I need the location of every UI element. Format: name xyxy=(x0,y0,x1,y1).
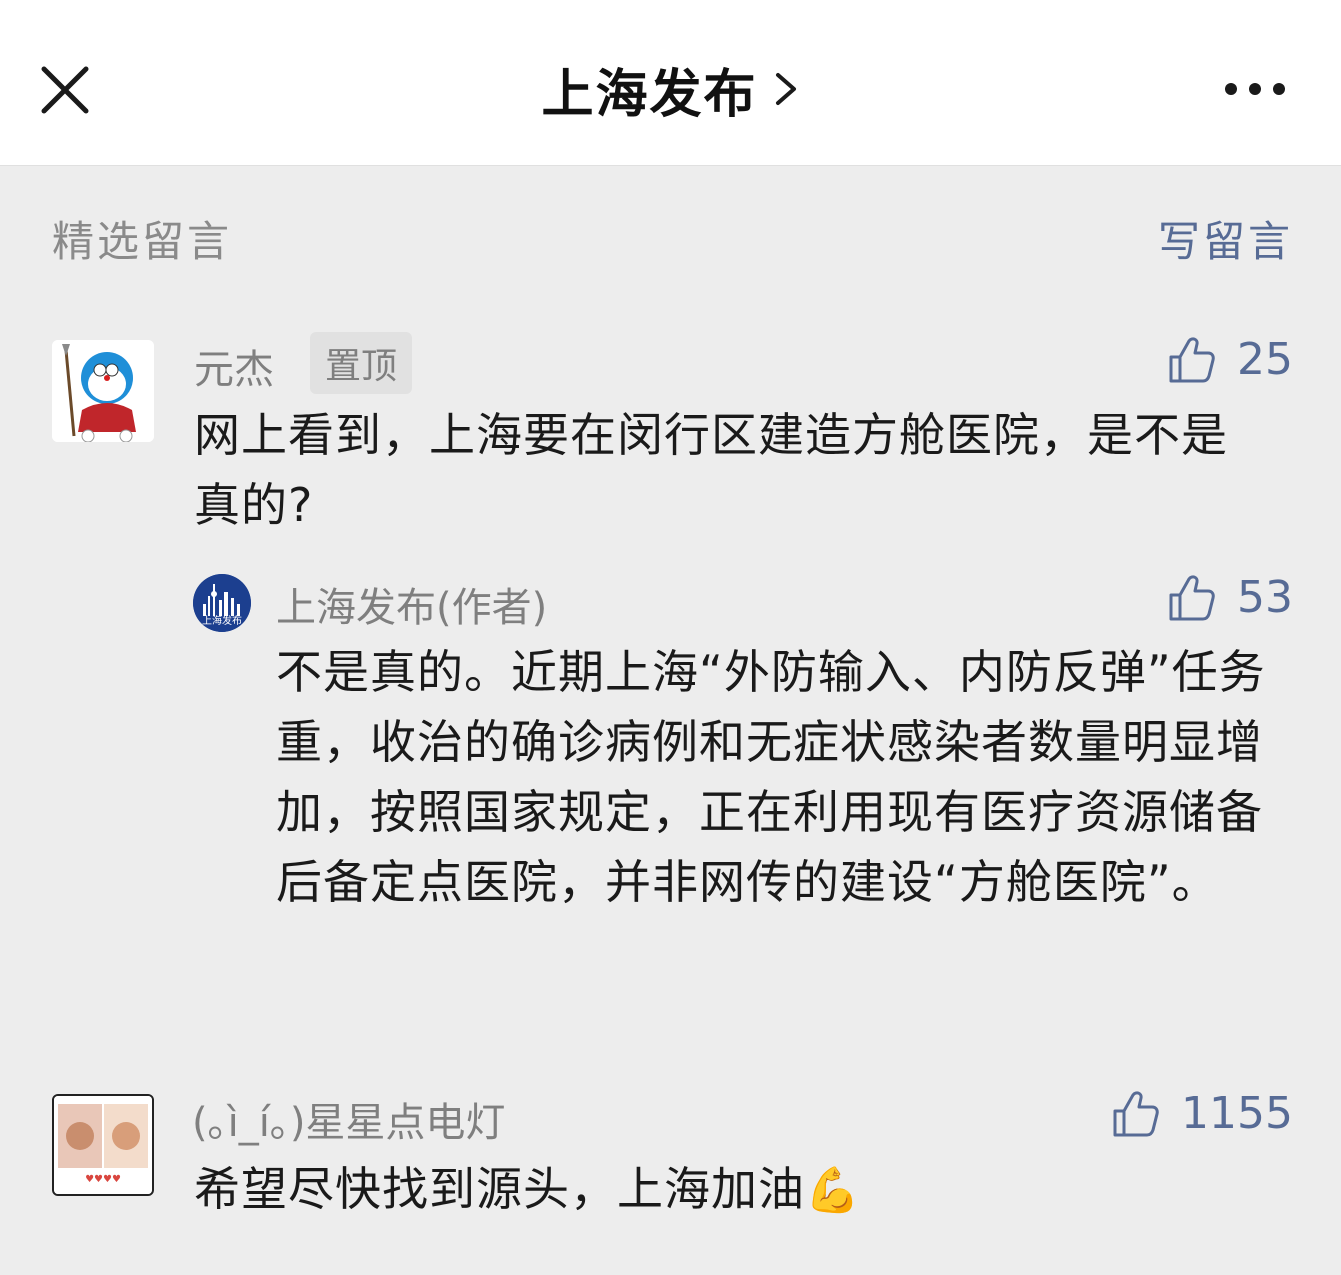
write-comment-button[interactable]: 写留言 xyxy=(1158,208,1293,269)
user-avatar-image xyxy=(52,340,154,442)
comment-author-name: (｡ì_í｡)星星点电灯 xyxy=(192,1100,506,1146)
comment-body: 希望尽快找到源头，上海加油 xyxy=(194,1162,805,1216)
comment-author-name: 元杰 xyxy=(194,347,274,393)
thumbs-up-icon xyxy=(1169,336,1215,382)
comment-text: 希望尽快找到源头，上海加油💪 xyxy=(194,1154,1254,1226)
more-icon[interactable] xyxy=(1222,72,1288,106)
reply-text: 不是真的。近期上海“外防输入、内防反弹”任务重，收治的确诊病例和无症状感染者数量… xyxy=(276,645,1266,909)
like-button[interactable]: 1155 xyxy=(1111,1088,1293,1139)
account-title-link[interactable]: 上海发布 xyxy=(0,58,1341,125)
avatar[interactable]: ♥♥♥♥ xyxy=(52,1094,154,1196)
author-logo-text: 上海发布 xyxy=(202,616,242,627)
svg-text:♥♥♥♥: ♥♥♥♥ xyxy=(85,1174,121,1185)
comment-text: 网上看到，上海要在闵行区建造方舱医院，是不是真的? xyxy=(194,408,1228,532)
reply-author-name: 上海发布(作者) xyxy=(276,585,548,631)
chevron-right-icon xyxy=(775,73,796,105)
thumbs-up-icon xyxy=(1113,1090,1159,1136)
like-button[interactable]: 25 xyxy=(1167,334,1293,385)
avatar[interactable] xyxy=(52,340,154,442)
page-title: 上海发布 xyxy=(541,64,758,125)
author-avatar[interactable]: 上海发布 xyxy=(193,574,251,632)
section-title: 精选留言 xyxy=(52,217,233,266)
top-bar: 上海发布 xyxy=(0,0,1341,166)
user-avatar-image: ♥♥♥♥ xyxy=(54,1096,152,1194)
flexed-biceps-emoji: 💪 xyxy=(805,1165,861,1216)
like-count: 1155 xyxy=(1181,1088,1293,1139)
like-button[interactable]: 53 xyxy=(1167,572,1293,623)
pinned-badge: 置顶 xyxy=(310,332,412,394)
thumbs-up-icon xyxy=(1169,574,1215,620)
like-count: 25 xyxy=(1237,334,1293,385)
like-count: 53 xyxy=(1237,572,1293,623)
